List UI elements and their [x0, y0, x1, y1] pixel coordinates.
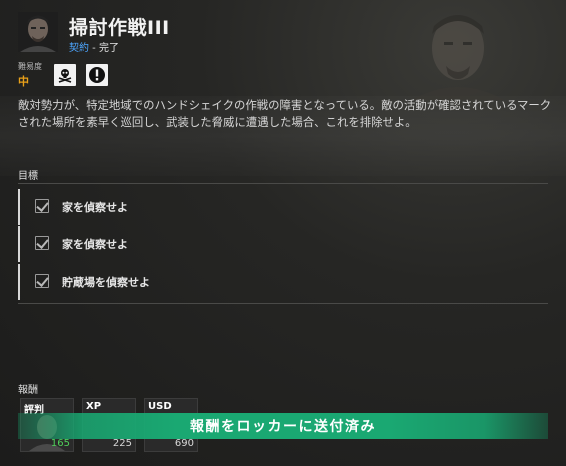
subtitle-separator: - — [89, 43, 99, 54]
reward-title: XP — [86, 401, 102, 412]
skull-crossbones-icon — [54, 64, 76, 86]
alert-icon — [86, 64, 108, 86]
difficulty-label: 難易度 — [18, 62, 42, 71]
objective-label: 貯蔵場を偵察せよ — [62, 276, 150, 289]
contract-status: 完了 — [98, 43, 119, 54]
banner-text: 報酬をロッカーに送付済み — [190, 419, 376, 435]
objective-checkbox-checked-icon — [35, 236, 49, 250]
reward-value: 225 — [112, 438, 132, 449]
objectives-divider-bottom — [18, 303, 548, 304]
reward-title: USD — [148, 401, 172, 412]
difficulty-value: 中 — [18, 75, 29, 88]
reward-value: 690 — [174, 438, 194, 449]
objectives-label: 目標 — [18, 171, 38, 182]
contact-avatar — [18, 12, 58, 52]
objectives-divider-top — [18, 183, 548, 184]
rewards-sent-banner: 報酬をロッカーに送付済み — [18, 413, 548, 439]
objective-checkbox-checked-icon — [35, 199, 49, 213]
objective-checkbox-checked-icon — [35, 274, 49, 288]
rewards-label: 報酬 — [18, 385, 38, 396]
contract-description: 敵対勢力が、特定地域でのハンドシェイクの作戦の障害となっている。敵の活動が確認さ… — [18, 98, 552, 129]
objective-label: 家を偵察せよ — [62, 201, 128, 214]
contact-portrait-background — [412, 15, 504, 100]
objective-item: 家を偵察せよ — [18, 226, 548, 262]
reward-value: 165 — [50, 438, 70, 449]
contract-title: 掃討作戦III — [69, 17, 170, 39]
objective-item: 貯蔵場を偵察せよ — [18, 264, 548, 300]
contract-subtitle: 契約 - 完了 — [69, 39, 119, 54]
objective-label: 家を偵察せよ — [62, 238, 128, 251]
objective-item: 家を偵察せよ — [18, 189, 548, 225]
contract-category: 契約 — [69, 43, 89, 54]
